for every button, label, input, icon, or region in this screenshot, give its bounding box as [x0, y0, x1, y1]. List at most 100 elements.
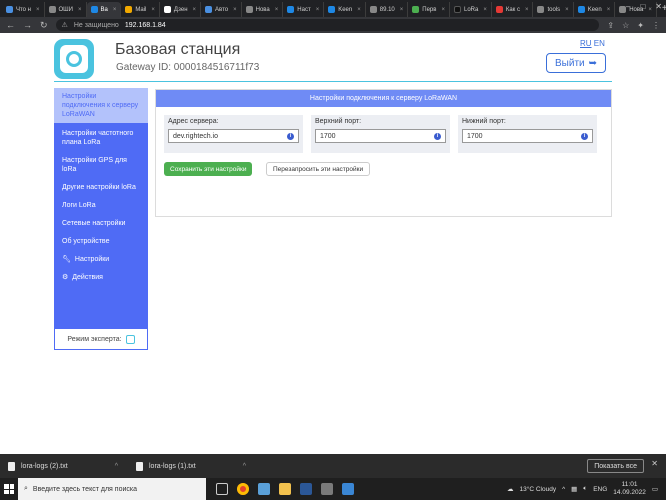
browser-tab[interactable]: Mail × — [121, 2, 160, 17]
browser-tab-strip: Что н × ОШИ × Ва × Mail × Дзен × Авто × Нова × … — [0, 0, 666, 17]
expert-mode-checkbox[interactable] — [125, 334, 135, 344]
back-icon[interactable]: ← — [6, 20, 15, 30]
browser-tab[interactable]: Наст × — [283, 2, 325, 17]
browser-tab[interactable]: Keen × — [574, 2, 616, 17]
sidebar-item-settings[interactable]: 🔧︎ Настройки — [54, 249, 148, 267]
network-icon[interactable]: ▦ — [571, 485, 577, 493]
close-icon[interactable]: × — [113, 7, 117, 13]
lang-en-link[interactable]: EN — [594, 39, 605, 48]
browser-tab-active[interactable]: Ва × — [86, 2, 122, 17]
browser-tab[interactable]: Keen × — [324, 2, 366, 17]
logout-button[interactable]: Выйти ➥ — [546, 53, 606, 73]
favicon-icon — [369, 6, 377, 13]
sidebar-item-frequency-plan[interactable]: Настройки частотного плана LoRa — [54, 123, 148, 150]
app-icon[interactable] — [342, 483, 354, 495]
sidebar-item-about[interactable]: Об устройстве — [54, 231, 148, 249]
forward-icon[interactable]: → — [23, 20, 32, 30]
search-icon: ⌕ — [24, 485, 28, 492]
download-item[interactable]: lora-logs (2).txt ^ — [8, 461, 118, 471]
sidebar-item-actions[interactable]: ⚙ Действия — [54, 267, 148, 285]
browser-tab[interactable]: tools × — [533, 2, 574, 17]
browser-tab[interactable]: Нова × — [242, 2, 284, 17]
task-view-icon[interactable] — [216, 483, 228, 495]
browser-tab[interactable]: Перв × — [408, 2, 450, 17]
close-icon[interactable]: × — [151, 7, 155, 13]
browser-tab[interactable]: LoRa × — [450, 2, 492, 17]
close-icon[interactable]: × — [525, 7, 529, 13]
close-icon[interactable]: × — [78, 7, 82, 13]
download-item[interactable]: lora-logs (1).txt ^ — [136, 461, 246, 471]
close-icon[interactable]: × — [565, 7, 569, 13]
sidebar-item-lora-logs[interactable]: Логи LoRa — [54, 195, 148, 213]
puzzle-icon[interactable]: ✦ — [637, 21, 644, 30]
close-icon[interactable]: × — [400, 7, 404, 13]
start-button[interactable] — [0, 484, 18, 494]
app-icon[interactable] — [321, 483, 333, 495]
pinned-apps — [206, 483, 354, 495]
explorer-icon[interactable] — [279, 483, 291, 495]
save-button[interactable]: Сохранить эти настройки — [164, 162, 253, 176]
close-icon[interactable]: × — [193, 7, 197, 13]
sidebar: Настройки подключения к серверу LoRaWAN … — [54, 88, 148, 328]
info-icon[interactable]: i — [434, 132, 441, 140]
close-icon[interactable]: × — [483, 7, 487, 13]
request-settings-button[interactable]: Перезапросить эти настройки — [266, 162, 371, 176]
server-address-input[interactable]: dev.rightech.io i — [168, 129, 299, 143]
close-window-icon[interactable]: ✕ — [655, 2, 662, 11]
share-icon[interactable]: ⇪ — [607, 21, 614, 30]
browser-tab[interactable]: Как с × — [492, 2, 534, 17]
volume-icon[interactable]: 🔈︎ — [583, 485, 587, 493]
browser-tab[interactable]: Что н × — [2, 2, 45, 17]
info-icon[interactable]: i — [287, 132, 294, 140]
favicon-icon — [205, 6, 213, 13]
close-icon[interactable]: × — [316, 7, 320, 13]
warning-icon[interactable]: ⚠ — [62, 21, 68, 29]
sidebar-item-gps[interactable]: Настройки GPS для loRa — [54, 150, 148, 177]
menu-icon[interactable]: ⋮ — [652, 21, 660, 30]
lang-ru-link[interactable]: RU — [580, 39, 592, 48]
info-icon[interactable]: i — [581, 132, 588, 140]
lower-port-input[interactable]: 1700 i — [462, 129, 593, 143]
chrome-icon[interactable] — [237, 483, 249, 495]
browser-tab[interactable]: Авто × — [201, 2, 242, 17]
browser-tab[interactable]: 89.10 × — [366, 2, 409, 17]
favicon-icon — [163, 6, 171, 13]
close-icon[interactable]: × — [36, 7, 40, 13]
address-bar[interactable]: ⚠ Не защищено 192.168.1.84 — [55, 19, 600, 31]
reload-icon[interactable]: ↻ — [40, 20, 48, 31]
close-icon[interactable]: × — [275, 7, 279, 13]
close-icon[interactable]: × — [607, 7, 611, 13]
minimize-icon[interactable]: – — [626, 2, 630, 11]
clock[interactable]: 11:01 14.09.2022 — [613, 481, 646, 497]
word-icon[interactable] — [300, 483, 312, 495]
page-content: Базовая станция Gateway ID: 000018451671… — [0, 33, 666, 454]
favicon-icon — [287, 6, 295, 13]
close-icon[interactable]: × — [441, 7, 445, 13]
url-text[interactable]: 192.168.1.84 — [125, 22, 166, 29]
tray-expand-icon[interactable]: ^ — [562, 486, 565, 493]
star-icon[interactable]: ☆ — [622, 21, 629, 30]
sidebar-item-network[interactable]: Сетевые настройки — [54, 213, 148, 231]
show-all-button[interactable]: Показать все — [587, 459, 644, 473]
sidebar-item-other-lora[interactable]: Другие настройки loRa — [54, 177, 148, 195]
maximize-icon[interactable]: □ — [640, 2, 645, 11]
close-icon[interactable]: × — [233, 7, 237, 13]
browser-tab[interactable]: Дзен × — [160, 2, 202, 17]
app-icon[interactable] — [258, 483, 270, 495]
weather-icon: ☁ — [507, 486, 514, 493]
sidebar-item-lorawan-server[interactable]: Настройки подключения к серверу LoRaWAN — [54, 88, 148, 123]
chevron-up-icon[interactable]: ^ — [115, 463, 118, 470]
upper-port-group: Верхний порт: 1700 i — [311, 115, 450, 153]
close-icon[interactable]: × — [357, 7, 361, 13]
close-icon[interactable]: ✕ — [651, 459, 658, 468]
notification-icon[interactable]: ▭ — [652, 485, 658, 493]
weather-text[interactable]: 13°C Cloudy — [520, 486, 557, 493]
upper-port-input[interactable]: 1700 i — [315, 129, 446, 143]
favicon-icon — [328, 6, 336, 13]
taskbar: ⌕ Введите здесь текст для поиска ☁ 13°C … — [0, 478, 666, 500]
settings-panel: Настройки подключения к серверу LoRaWAN … — [155, 89, 612, 217]
browser-tab[interactable]: ОШИ × — [45, 2, 87, 17]
chevron-up-icon[interactable]: ^ — [243, 463, 246, 470]
input-language[interactable]: ENG — [593, 486, 607, 493]
taskbar-search[interactable]: ⌕ Введите здесь текст для поиска — [18, 478, 206, 500]
